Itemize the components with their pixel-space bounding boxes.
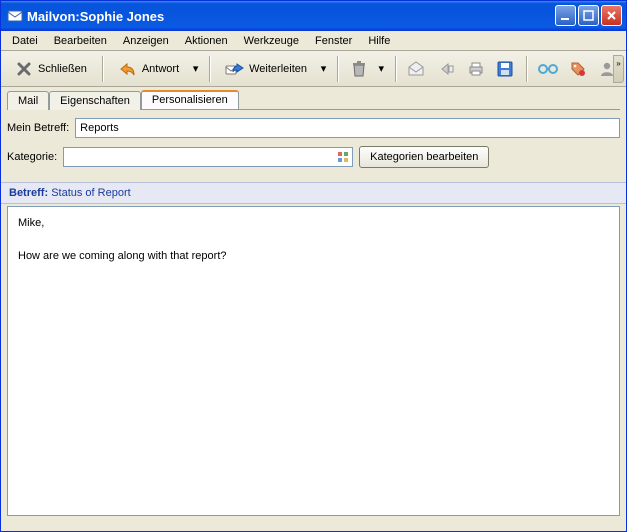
- envelope-open-icon: [406, 59, 426, 79]
- tab-eigenschaften[interactable]: Eigenschaften: [49, 91, 141, 110]
- menu-fenster[interactable]: Fenster: [308, 33, 359, 49]
- body-line: How are we coming along with that report…: [18, 248, 609, 265]
- forward-button[interactable]: Weiterleiten: [218, 55, 314, 83]
- subject-value: Status of Report: [51, 187, 131, 199]
- forward-arrow-icon: [225, 59, 245, 79]
- chevron-down-icon: ▾: [193, 62, 199, 75]
- glasses-button[interactable]: [535, 55, 561, 83]
- reply-label: Antwort: [142, 63, 179, 75]
- toolbar-separator: [395, 56, 396, 82]
- menu-bearbeiten[interactable]: Bearbeiten: [47, 33, 114, 49]
- minimize-button[interactable]: [555, 5, 576, 26]
- category-label: Kategorie:: [7, 151, 57, 163]
- edit-categories-label: Kategorien bearbeiten: [370, 151, 478, 163]
- menu-datei[interactable]: Datei: [5, 33, 45, 49]
- toolbar: Schließen Antwort ▾ Weiterleiten ▾ ▾: [1, 51, 626, 87]
- tabstrip: Mail Eigenschaften Personalisieren: [1, 87, 626, 109]
- tab-label: Personalisieren: [152, 94, 228, 106]
- tab-mail[interactable]: Mail: [7, 91, 49, 110]
- category-picker-icon[interactable]: [334, 148, 352, 166]
- menu-anzeigen[interactable]: Anzeigen: [116, 33, 176, 49]
- toolbar-separator: [209, 56, 210, 82]
- tag-button[interactable]: [565, 55, 591, 83]
- print-button[interactable]: [463, 55, 489, 83]
- window-titlebar: Mailvon:Sophie Jones: [1, 1, 626, 31]
- save-button[interactable]: [493, 55, 519, 83]
- delete-dropdown[interactable]: ▾: [376, 55, 387, 83]
- tab-label: Mail: [18, 95, 38, 107]
- subject-bar: Betreff: Status of Report: [1, 182, 626, 204]
- mark-read-button[interactable]: [404, 55, 430, 83]
- toolbar-separator: [102, 56, 103, 82]
- previous-button[interactable]: [433, 55, 459, 83]
- menubar: Datei Bearbeiten Anzeigen Aktionen Werkz…: [1, 31, 626, 51]
- close-x-icon: [14, 59, 34, 79]
- toolbar-separator: [337, 56, 338, 82]
- forward-label: Weiterleiten: [249, 63, 307, 75]
- subject-label: Betreff:: [9, 187, 48, 199]
- maximize-button[interactable]: [578, 5, 599, 26]
- reply-arrow-icon: [118, 59, 138, 79]
- my-subject-label: Mein Betreff:: [7, 122, 69, 134]
- edit-categories-button[interactable]: Kategorien bearbeiten: [359, 146, 489, 168]
- chevron-down-icon: ▾: [378, 62, 384, 75]
- category-input[interactable]: [64, 149, 334, 165]
- prev-icon: [436, 59, 456, 79]
- reply-button[interactable]: Antwort: [111, 55, 186, 83]
- menu-aktionen[interactable]: Aktionen: [178, 33, 235, 49]
- close-mail-label: Schließen: [38, 63, 87, 75]
- my-subject-input[interactable]: [75, 118, 620, 138]
- close-button[interactable]: [601, 5, 622, 26]
- close-mail-button[interactable]: Schließen: [7, 55, 94, 83]
- category-combo[interactable]: [63, 147, 353, 167]
- forward-dropdown[interactable]: ▾: [318, 55, 329, 83]
- toolbar-separator: [526, 56, 527, 82]
- form-area: Mein Betreff: Kategorie: Kategorien bear…: [1, 110, 626, 182]
- body-line: Mike,: [18, 215, 609, 232]
- chevron-down-icon: ▾: [321, 62, 327, 75]
- toolbar-overflow[interactable]: »: [613, 55, 624, 83]
- glasses-icon: [538, 59, 558, 79]
- chevron-right-icon: »: [616, 59, 620, 68]
- printer-icon: [466, 59, 486, 79]
- app-mail-icon: [7, 8, 23, 24]
- tag-icon: [568, 59, 588, 79]
- menu-werkzeuge[interactable]: Werkzeuge: [237, 33, 306, 49]
- message-body: Mike, How are we coming along with that …: [7, 206, 620, 516]
- floppy-icon: [495, 59, 515, 79]
- tab-personalisieren[interactable]: Personalisieren: [141, 90, 239, 109]
- window-title: Mailvon:Sophie Jones: [27, 9, 164, 24]
- trash-icon: [349, 59, 369, 79]
- tab-label: Eigenschaften: [60, 95, 130, 107]
- delete-button[interactable]: [346, 55, 372, 83]
- reply-dropdown[interactable]: ▾: [190, 55, 201, 83]
- menu-hilfe[interactable]: Hilfe: [361, 33, 397, 49]
